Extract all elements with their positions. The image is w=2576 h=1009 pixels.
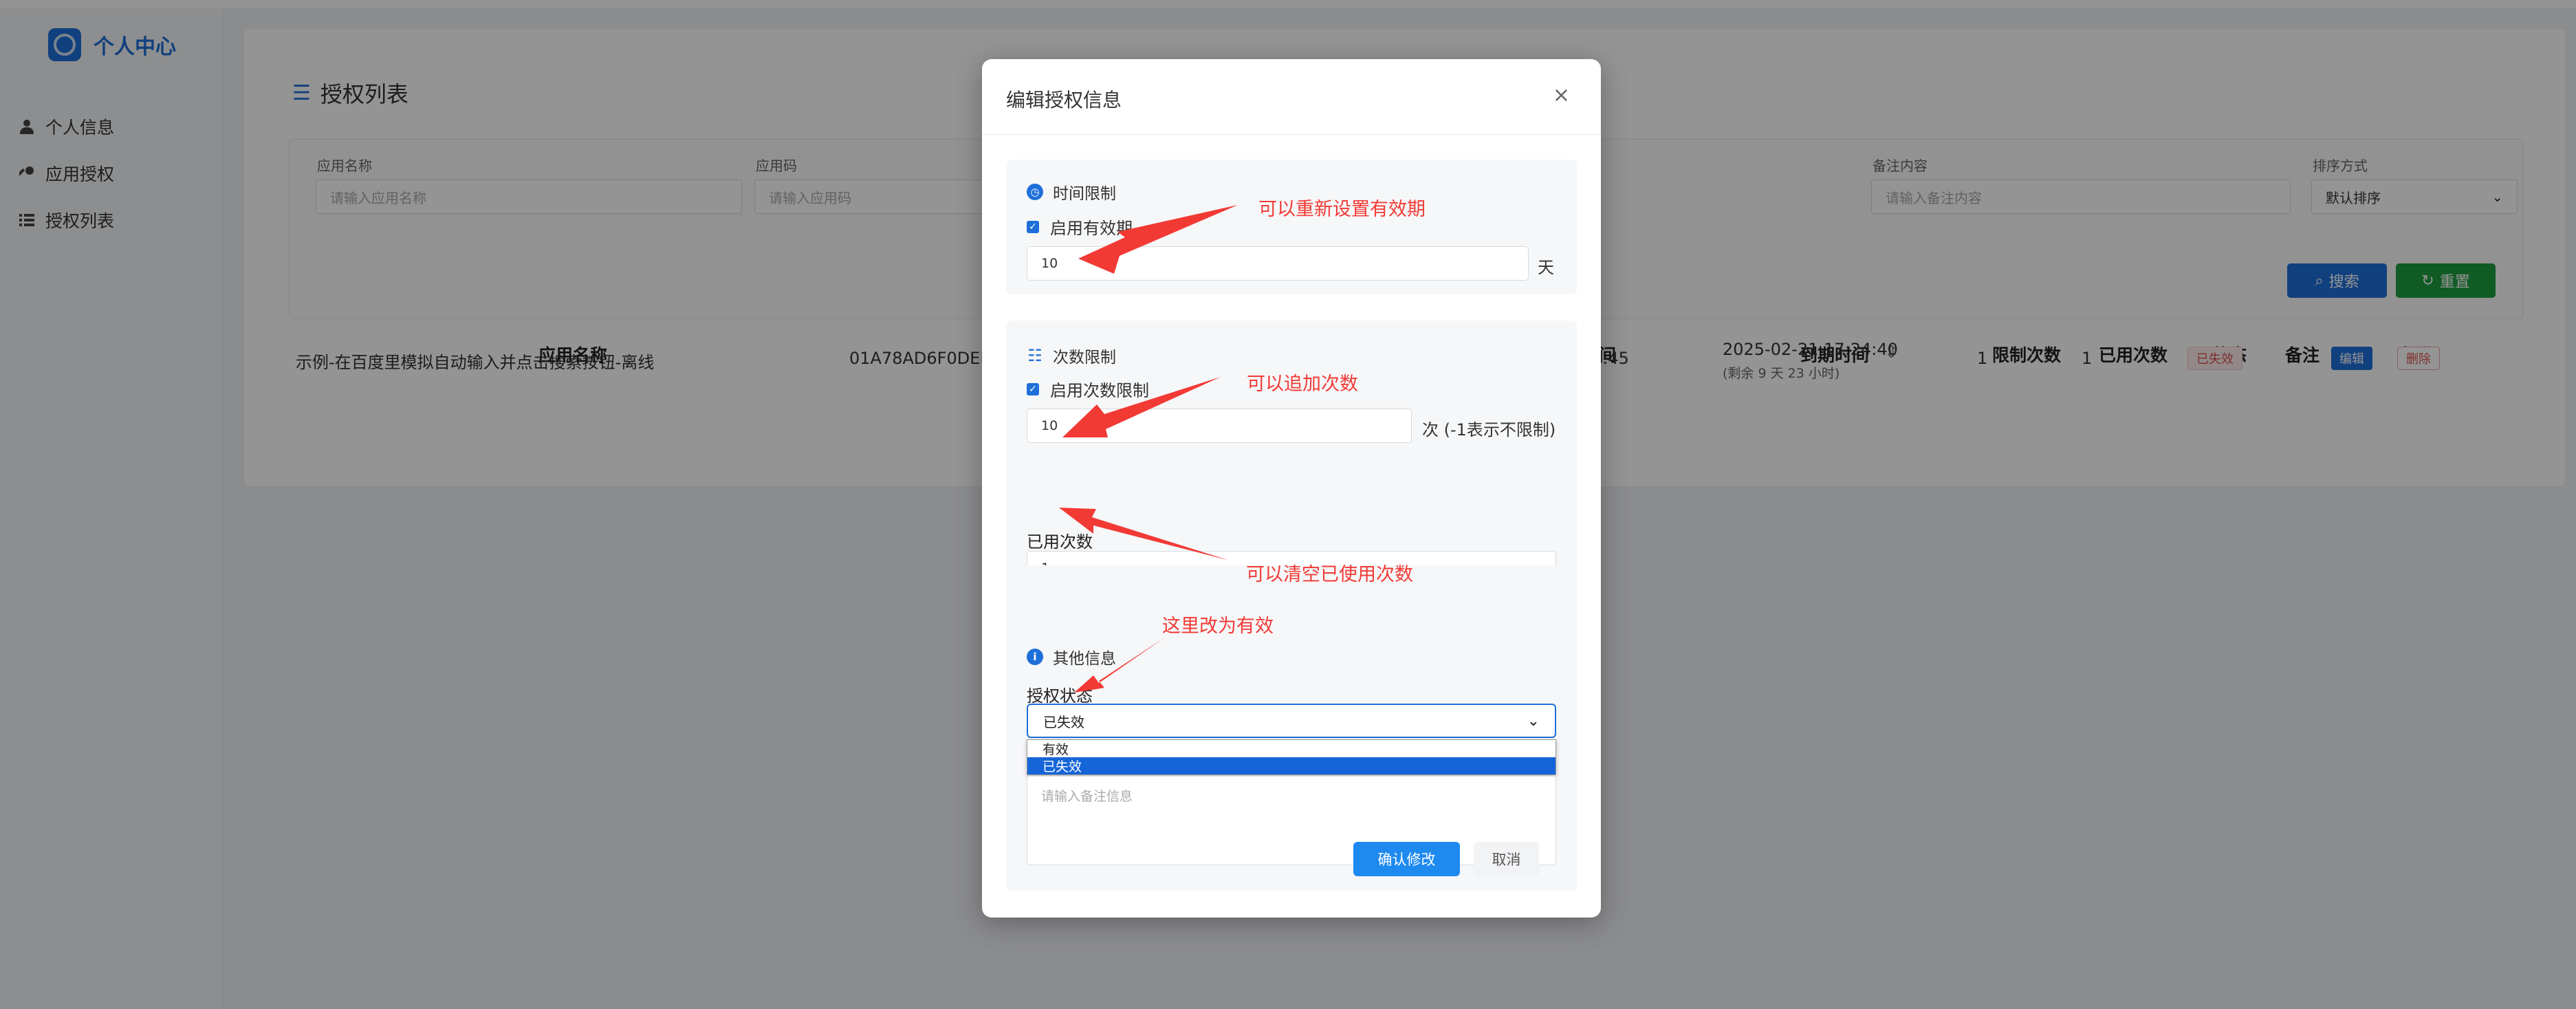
close-icon[interactable]: × [1553, 83, 1570, 107]
modal-header: 编辑授权信息 × [982, 59, 1601, 135]
modal-title: 编辑授权信息 [1006, 89, 1122, 111]
edit-auth-modal: 编辑授权信息 × ◷ 时间限制 ✓ 启用有效期 10 天 ☷ 次数限制 ✓ 启用… [982, 59, 1601, 918]
list-ordered-icon: ☷ [1027, 346, 1043, 365]
days-suffix: 天 [1538, 258, 1554, 277]
confirm-button[interactable]: 确认修改 [1353, 842, 1460, 876]
section-title: ◷ 时间限制 [1027, 180, 1116, 204]
status-select[interactable]: 已失效 ⌄ [1027, 704, 1556, 738]
used-count-label: 已用次数 [1027, 532, 1093, 552]
input-value: 10 [1041, 418, 1058, 433]
checkbox-checked-icon: ✓ [1027, 220, 1039, 233]
cancel-button[interactable]: 取消 [1474, 842, 1539, 876]
count-limit-input[interactable]: 10 [1027, 409, 1412, 443]
info-icon: i [1027, 649, 1043, 665]
checkbox-checked-icon: ✓ [1027, 382, 1039, 395]
section-title-text: 时间限制 [1053, 185, 1116, 203]
annotation-count: 可以追加次数 [1247, 373, 1358, 395]
annotation-used: 可以清空已使用次数 [1246, 564, 1413, 585]
chevron-down-icon: ⌄ [1527, 712, 1540, 730]
count-suffix: 次 (-1表示不限制) [1422, 420, 1556, 440]
annotation-time: 可以重新设置有效期 [1258, 199, 1426, 220]
section-title-text: 次数限制 [1053, 349, 1116, 367]
checkbox-label: 启用有效期 [1050, 219, 1133, 238]
clock-icon: ◷ [1027, 184, 1043, 200]
status-select-value: 已失效 [1043, 713, 1084, 730]
checkbox-label: 启用次数限制 [1050, 381, 1149, 400]
annotation-status: 这里改为有效 [1162, 616, 1274, 637]
status-option-valid[interactable]: 有效 [1027, 740, 1556, 757]
placeholder: 请输入备注信息 [1041, 789, 1133, 804]
section-title: i 其他信息 [1027, 645, 1116, 669]
status-option-expired[interactable]: 已失效 [1027, 757, 1556, 774]
input-value: 10 [1041, 256, 1058, 271]
section-title: ☷ 次数限制 [1027, 344, 1116, 367]
status-label: 授权状态 [1027, 686, 1093, 706]
time-limit-section: ◷ 时间限制 ✓ 启用有效期 10 天 [1006, 160, 1577, 294]
enable-count-checkbox[interactable]: ✓ 启用次数限制 [1027, 377, 1149, 401]
section-title-text: 其他信息 [1053, 650, 1116, 668]
expiry-days-input[interactable]: 10 [1027, 246, 1529, 281]
status-dropdown: 有效 已失效 [1027, 739, 1556, 775]
enable-expiry-checkbox[interactable]: ✓ 启用有效期 [1027, 215, 1133, 239]
